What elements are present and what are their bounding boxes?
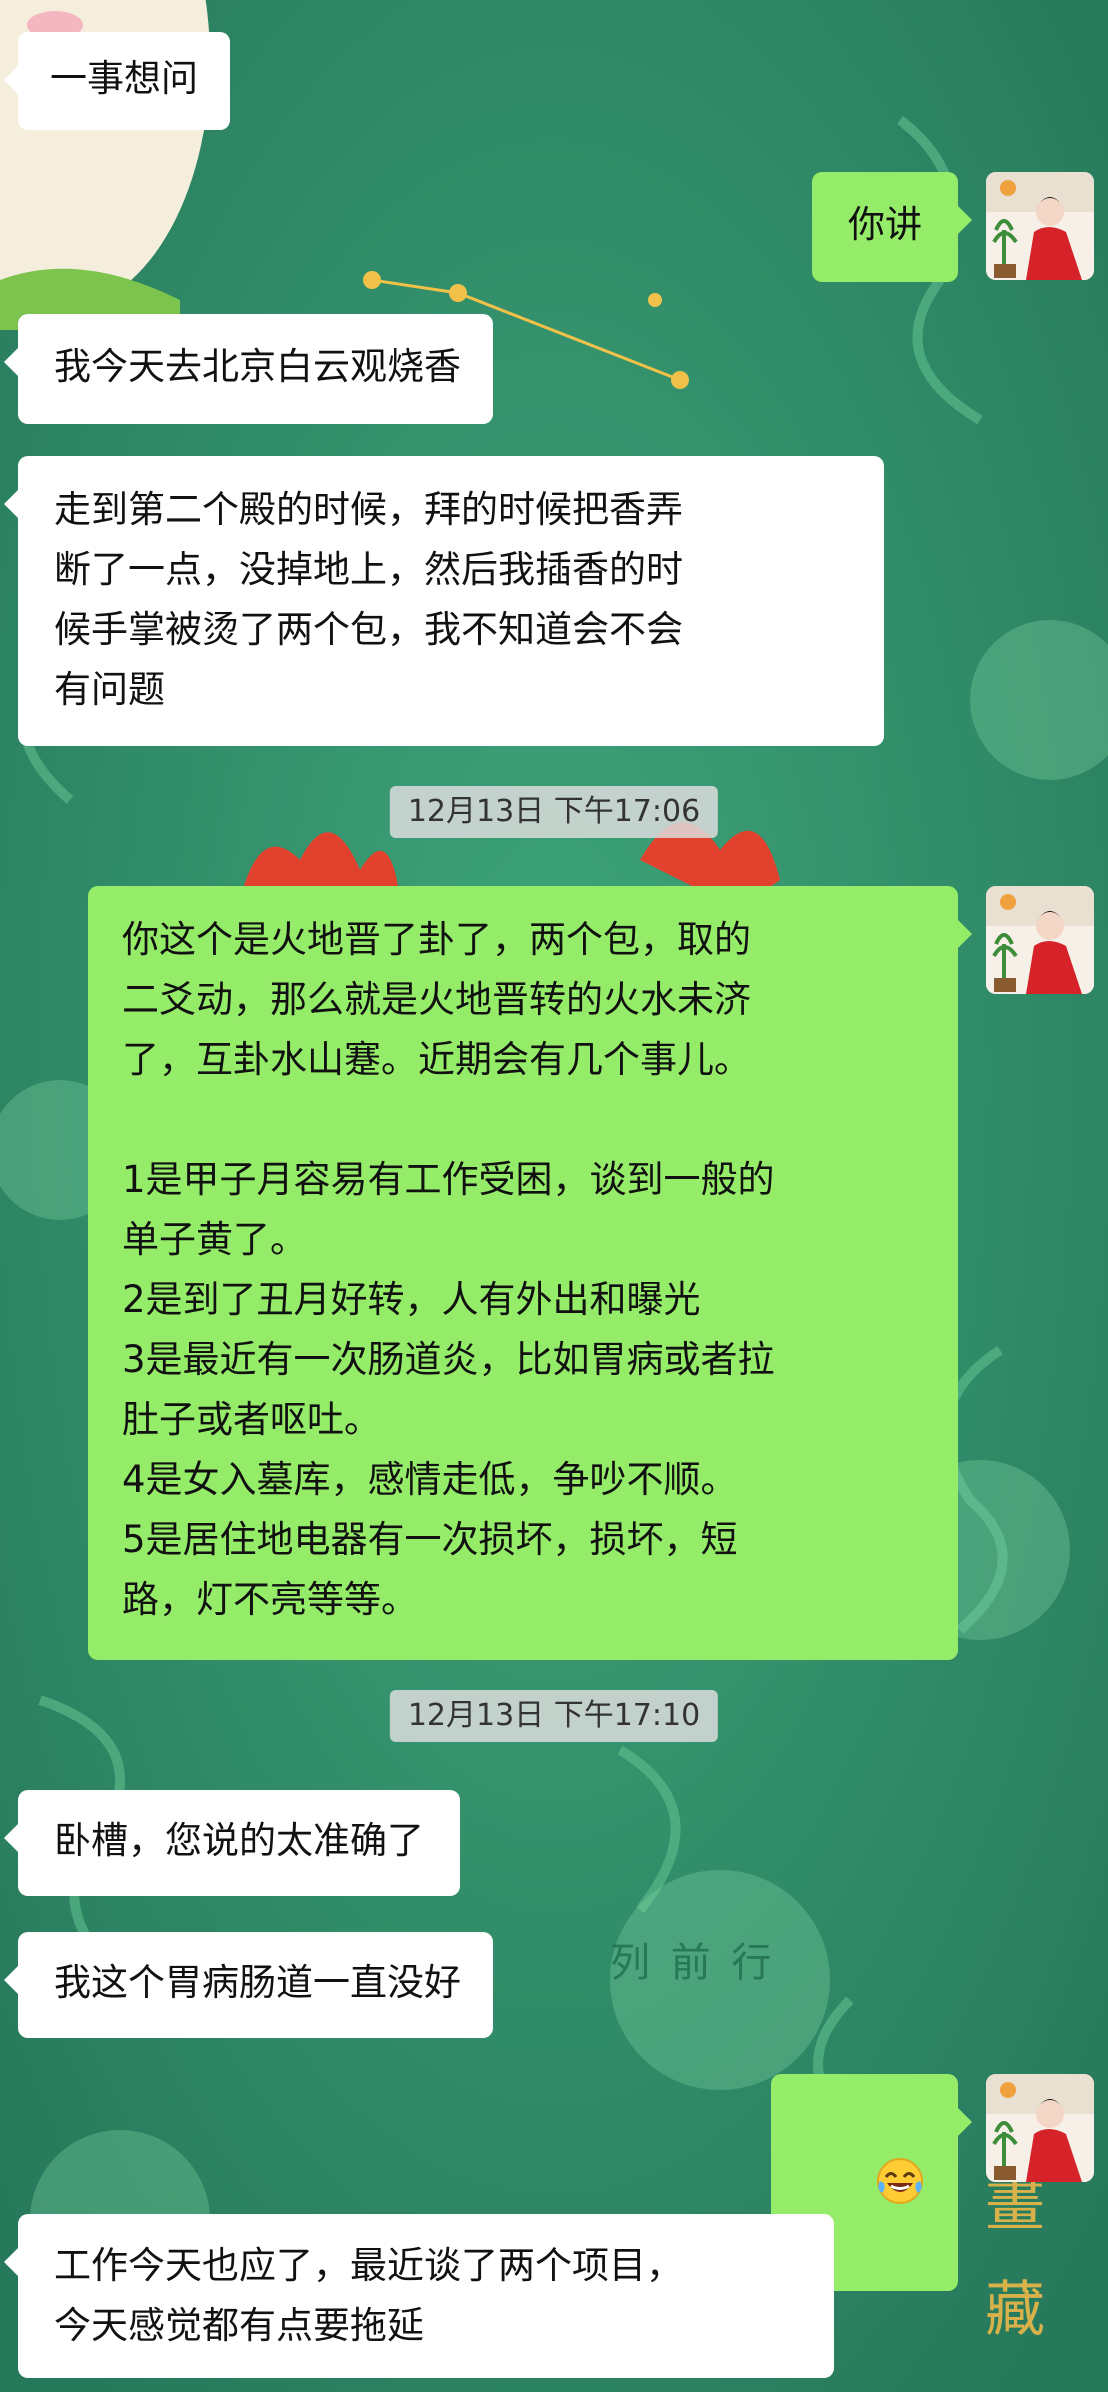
message-row-incoming: 一事想问 (4, 32, 230, 130)
timestamp: 12月13日 下午17:06 (389, 786, 719, 838)
message-text: 一事想问 (50, 57, 198, 100)
message-row-outgoing: 你这个是火地晋了卦了，两个包，取的 二爻动，那么就是火地晋转的火水未济 了，互卦… (88, 886, 1094, 1660)
timestamp: 12月13日 下午17:10 (389, 1690, 719, 1742)
tears-of-joy-emoji (877, 2157, 923, 2204)
message-text: 我今天去北京白云观烧香 (54, 345, 461, 388)
message-text: 卧槽，您说的太准确了 (54, 1819, 424, 1862)
message-bubble[interactable]: 你讲 (812, 172, 972, 282)
avatar[interactable] (986, 172, 1094, 280)
message-row-outgoing: 你讲 (812, 172, 1094, 282)
message-bubble[interactable]: 走到第二个殿的时候，拜的时候把香弄 断了一点，没掉地上，然后我插香的时 候手掌被… (4, 456, 884, 746)
avatar[interactable] (986, 2074, 1094, 2182)
message-bubble[interactable]: 一事想问 (4, 32, 230, 130)
message-bubble[interactable]: 我这个胃病肠道一直没好 (4, 1932, 493, 2038)
message-row-incoming: 卧槽，您说的太准确了 (4, 1790, 460, 1896)
message-bubble[interactable]: 我今天去北京白云观烧香 (4, 314, 493, 424)
message-text: 我这个胃病肠道一直没好 (54, 1961, 461, 2004)
avatar[interactable] (986, 886, 1094, 994)
message-row-incoming: 走到第二个殿的时候，拜的时候把香弄 断了一点，没掉地上，然后我插香的时 候手掌被… (4, 456, 884, 746)
message-text: 你这个是火地晋了卦了，两个包，取的 二爻动，那么就是火地晋转的火水未济 了，互卦… (122, 918, 775, 1621)
message-bubble[interactable]: 工作今天也应了，最近谈了两个项目， 今天感觉都有点要拖延 (4, 2214, 834, 2378)
message-row-incoming: 工作今天也应了，最近谈了两个项目， 今天感觉都有点要拖延 (4, 2214, 834, 2378)
message-text: 工作今天也应了，最近谈了两个项目， 今天感觉都有点要拖延 (54, 2244, 683, 2347)
message-text: 你讲 (848, 203, 922, 246)
message-row-incoming: 我这个胃病肠道一直没好 (4, 1932, 493, 2038)
chat-message-list[interactable]: 一事想问 你讲 我今天去北京白云观烧香 走到第二个殿的时候，拜的时候把香弄 断了… (0, 0, 1108, 2392)
message-row-incoming: 我今天去北京白云观烧香 (4, 314, 493, 424)
message-bubble[interactable]: 你这个是火地晋了卦了，两个包，取的 二爻动，那么就是火地晋转的火水未济 了，互卦… (88, 886, 972, 1660)
message-bubble[interactable]: 卧槽，您说的太准确了 (4, 1790, 460, 1896)
message-text: 走到第二个殿的时候，拜的时候把香弄 断了一点，没掉地上，然后我插香的时 候手掌被… (54, 488, 683, 711)
